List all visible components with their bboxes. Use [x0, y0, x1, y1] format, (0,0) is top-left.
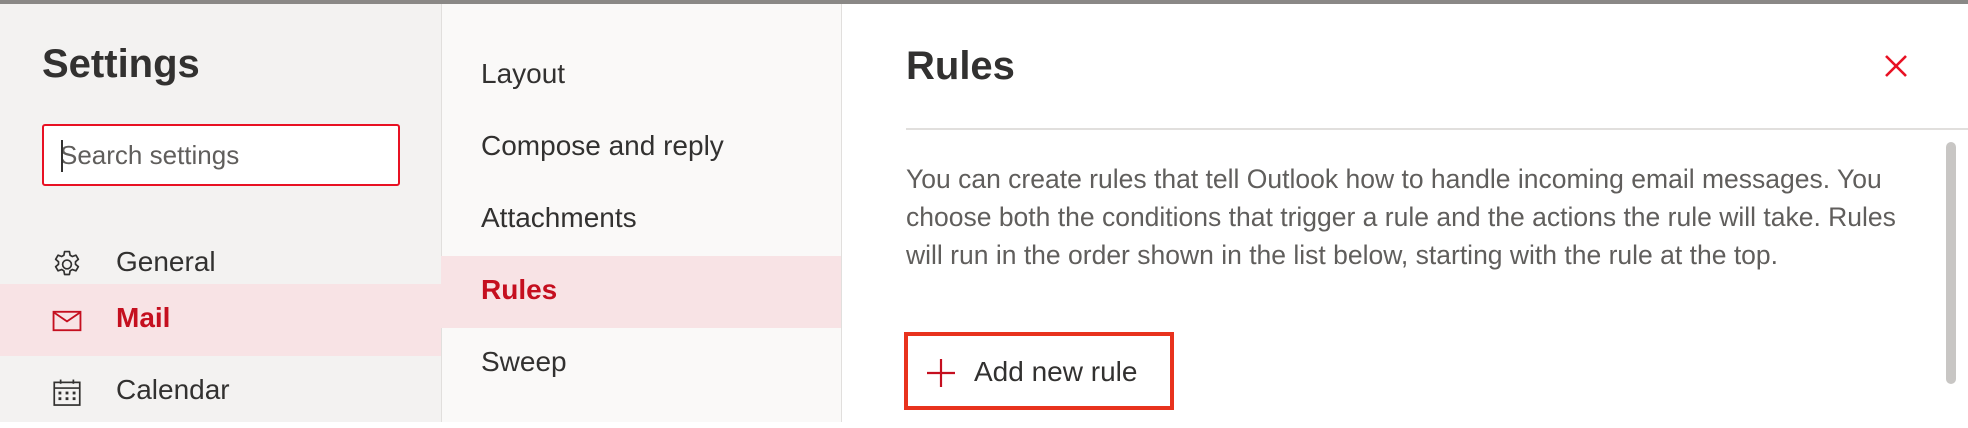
mail-icon [52, 310, 82, 332]
settings-title: Settings [42, 42, 200, 86]
mail-nav-label: Compose and reply [481, 130, 724, 161]
mail-nav-rules[interactable]: Rules [441, 256, 841, 328]
mail-nav-layout[interactable]: Layout [441, 40, 841, 112]
add-new-rule-label: Add new rule [974, 356, 1138, 387]
nav-item-calendar[interactable]: Calendar [0, 356, 441, 428]
text-caret [61, 140, 63, 172]
nav-item-label: Calendar [116, 374, 230, 405]
mail-nav-label: Rules [481, 274, 558, 305]
gear-icon [54, 250, 80, 276]
page-title: Rules [906, 44, 1015, 88]
title-divider [906, 128, 1968, 130]
mail-nav-label: Sweep [481, 346, 567, 377]
add-new-rule-button[interactable]: Add new rule [904, 332, 1174, 410]
search-input[interactable] [44, 126, 398, 184]
plus-icon [927, 359, 955, 387]
mail-nav-label: Layout [481, 58, 566, 89]
search-settings-box[interactable] [42, 124, 400, 186]
mail-nav-attachments[interactable]: Attachments [441, 184, 841, 256]
nav-item-label: Mail [116, 302, 171, 333]
rules-description: You can create rules that tell Outlook h… [906, 164, 1896, 270]
calendar-icon [53, 379, 81, 406]
close-icon[interactable] [1876, 46, 1916, 86]
mail-nav-label: Attachments [481, 202, 637, 233]
scrollbar-thumb[interactable] [1946, 142, 1956, 384]
mail-nav-compose-and-reply[interactable]: Compose and reply [441, 112, 841, 184]
mail-nav-sweep[interactable]: Sweep [441, 328, 841, 400]
nav-item-mail[interactable]: Mail [0, 284, 441, 356]
nav-item-label: General [116, 246, 216, 277]
